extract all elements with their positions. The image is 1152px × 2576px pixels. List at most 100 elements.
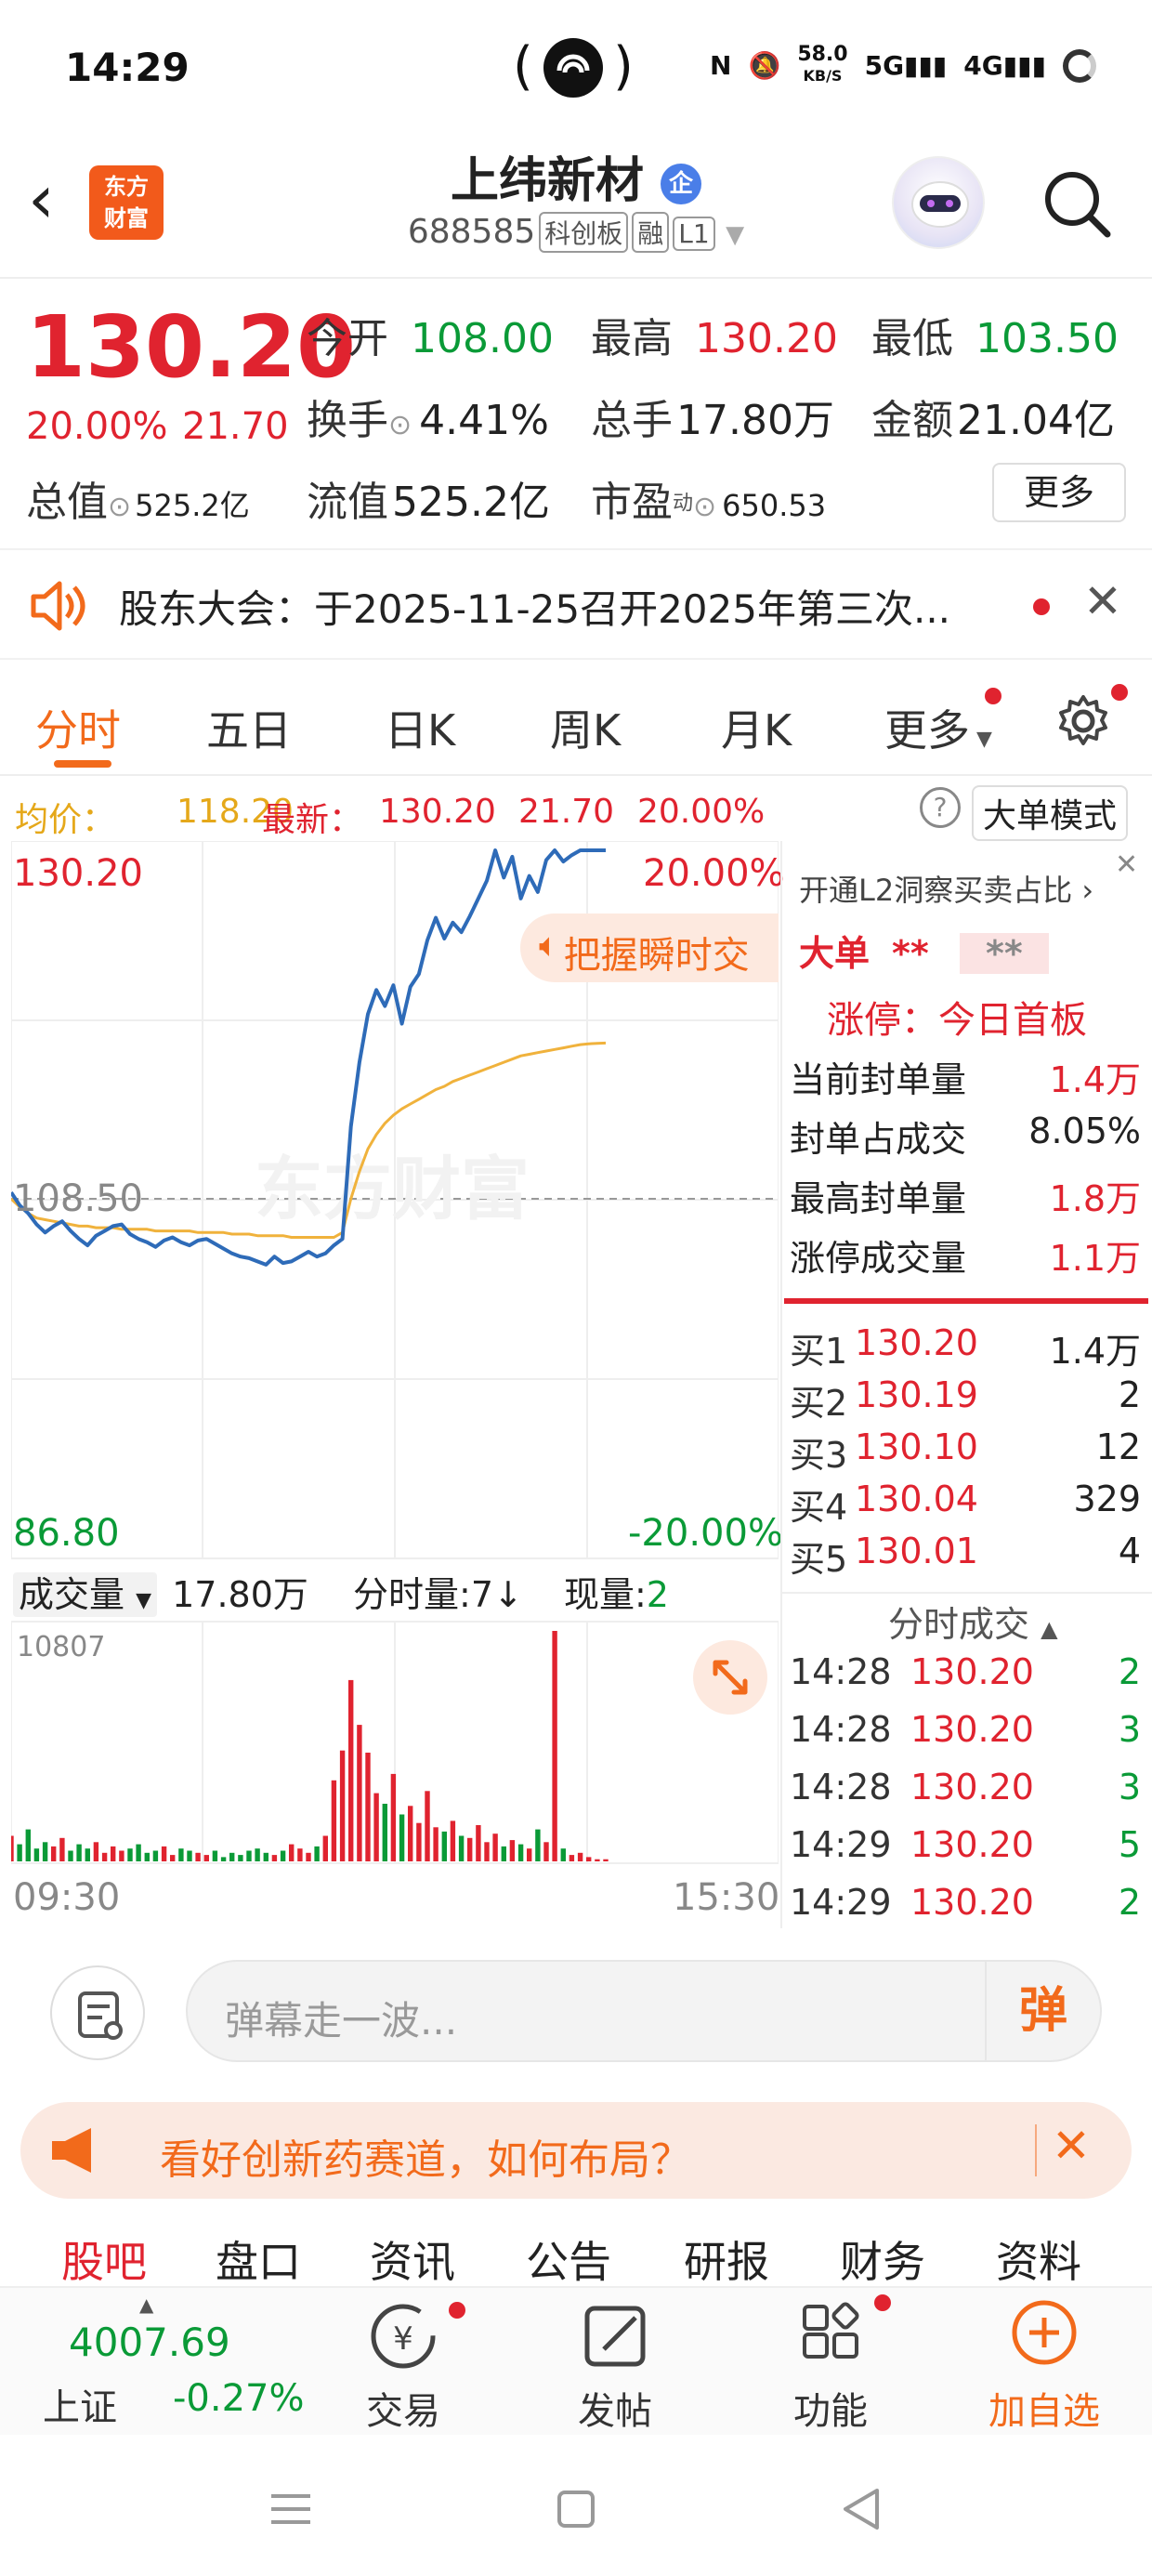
volume-bar xyxy=(8,1835,14,1861)
tab-news[interactable]: 资讯 xyxy=(370,2228,455,2286)
y-bottom-label: 86.80 xyxy=(13,1512,120,1555)
collapse-caret-icon[interactable]: ▲ xyxy=(139,2293,153,2316)
post-button[interactable]: 发帖 xyxy=(522,2288,708,2433)
tab-pankou[interactable]: 盘口 xyxy=(216,2228,301,2286)
close-icon[interactable]: ✕ xyxy=(1083,574,1122,628)
tick-price: 130.20 xyxy=(910,1767,1034,1807)
volume-bar xyxy=(322,1835,328,1861)
volume-bar xyxy=(119,1850,124,1861)
svg-text:¥: ¥ xyxy=(393,2320,413,2358)
tag-star-market: 科创板 xyxy=(539,212,629,253)
volume-bar xyxy=(373,1793,379,1861)
promo-banner[interactable]: 看好创新药赛道，如何布局？ ✕ xyxy=(20,2102,1132,2199)
more-quote-button[interactable]: 更多 xyxy=(992,463,1126,522)
bid-volume: 1.4万 xyxy=(1049,1331,1141,1372)
tab-profile[interactable]: 资料 xyxy=(996,2228,1081,2286)
chart-tabs: 分时 五日 日K 周K 月K 更多 ▼ xyxy=(0,660,1152,776)
big-order-mode-button[interactable]: 大单模式 xyxy=(972,785,1129,841)
info-icon[interactable]: ⊙ xyxy=(108,491,131,523)
volume-bar xyxy=(517,1844,524,1861)
volume-bar xyxy=(535,1829,541,1861)
speaker-icon xyxy=(28,578,85,637)
tick-time: 14:29 xyxy=(790,1824,892,1865)
menu-icon[interactable] xyxy=(269,2491,312,2531)
tab-five-day[interactable]: 五日 xyxy=(206,697,292,758)
tick-time: 14:28 xyxy=(790,1709,892,1750)
settings-gear-icon[interactable] xyxy=(1054,691,1113,755)
tab-daily-k[interactable]: 日K xyxy=(385,697,455,758)
volume-bar xyxy=(51,1846,57,1861)
danmu-input[interactable]: 弹幕走一波... 弹 xyxy=(186,1960,1102,2062)
index-value[interactable]: 4007.69 xyxy=(69,2320,230,2365)
tick-time: 14:28 xyxy=(790,1651,892,1692)
bid-volume: 2 xyxy=(1118,1374,1141,1415)
index-change[interactable]: -0.27% xyxy=(173,2377,305,2420)
tick-volume: 2 xyxy=(1118,1651,1141,1692)
volume-bar xyxy=(425,1791,430,1861)
volume-bar xyxy=(365,1753,371,1861)
signal-4g-icon: 4G▮▮▮ xyxy=(963,50,1046,81)
volume-selector[interactable]: 成交量 ▼ xyxy=(13,1572,158,1617)
l2-link[interactable]: 开通L2洞察买卖占比 › xyxy=(799,867,1093,910)
volume-plot xyxy=(8,1631,609,1861)
volume-bar xyxy=(306,1852,311,1861)
tag-level1: L1 xyxy=(673,217,715,251)
x-end-label: 15:30 xyxy=(673,1876,780,1919)
volume-bar xyxy=(509,1840,516,1861)
bid-label: 买4 xyxy=(790,1487,848,1528)
volume-bar xyxy=(467,1837,473,1861)
volume-bar xyxy=(382,1804,387,1861)
back-icon[interactable] xyxy=(840,2487,881,2535)
dropdown-triangle-icon: ▼ xyxy=(726,221,745,249)
info-icon[interactable]: ⊙ xyxy=(388,409,412,441)
close-panel-icon[interactable]: ✕ xyxy=(1115,848,1138,881)
volume-bar xyxy=(314,1846,320,1861)
index-name[interactable]: 上证 xyxy=(43,2377,117,2431)
tick-row: 14:28 130.20 3 xyxy=(790,1709,1141,1750)
bid-volume: 12 xyxy=(1095,1426,1141,1467)
notice-bar[interactable]: 股东大会：于2025-11-25召开2025年第三次... ✕ xyxy=(0,548,1152,660)
tab-finance[interactable]: 财务 xyxy=(840,2228,925,2286)
tab-guba[interactable]: 股吧 xyxy=(61,2228,147,2286)
tab-research[interactable]: 研报 xyxy=(684,2228,769,2286)
info-icon[interactable]: ⊙ xyxy=(693,491,716,523)
settings-dot xyxy=(1111,684,1128,701)
danmu-send-button[interactable]: 弹 xyxy=(985,1962,1100,2060)
float-cap-row: 流值525.2亿 xyxy=(307,479,550,526)
tick-row: 14:29 130.20 2 xyxy=(790,1882,1141,1923)
home-icon[interactable] xyxy=(557,2491,595,2528)
tab-monthly-k[interactable]: 月K xyxy=(721,697,792,758)
notice-text[interactable]: 股东大会：于2025-11-25召开2025年第三次... xyxy=(119,578,950,635)
stat-row: 当前封单量 1.4万 xyxy=(790,1059,1141,1100)
volume-bar xyxy=(433,1827,439,1861)
robot-assistant-avatar[interactable] xyxy=(892,156,985,249)
tab-announcement[interactable]: 公告 xyxy=(526,2228,611,2286)
low-row: 最低 103.50 xyxy=(871,315,1119,362)
functions-button[interactable]: 功能 xyxy=(738,2288,923,2433)
add-watchlist-button[interactable]: 加自选 xyxy=(951,2288,1137,2433)
limit-up-title: 涨停：今日首板 xyxy=(827,999,1087,1042)
help-icon[interactable]: ? xyxy=(920,787,961,828)
volume-bar xyxy=(187,1850,192,1861)
volume-bar xyxy=(577,1852,583,1861)
search-icon[interactable] xyxy=(1041,167,1111,238)
danmu-settings-icon[interactable] xyxy=(50,1965,145,2060)
intraday-chart[interactable]: 东方财富 130.20 20.00% 108.50 86.80 -20.00% … xyxy=(8,840,785,1928)
volume-bar xyxy=(255,1848,260,1861)
tick-price: 130.20 xyxy=(910,1709,1034,1750)
tick-row: 14:28 130.20 2 xyxy=(790,1651,1141,1692)
volume-bar xyxy=(238,1855,243,1861)
expand-icon[interactable] xyxy=(693,1640,767,1715)
tab-more[interactable]: 更多 ▼ xyxy=(884,697,992,758)
volume-bar xyxy=(152,1850,159,1861)
tab-weekly-k[interactable]: 周K xyxy=(550,697,621,758)
y-top-label: 130.20 xyxy=(13,852,143,895)
tab-intraday[interactable]: 分时 xyxy=(35,697,121,758)
promo-text: 看好创新药赛道，如何布局？ xyxy=(160,2136,691,2184)
ticks-title[interactable]: 分时成交 ▲ xyxy=(888,1596,1058,1647)
tick-price: 130.20 xyxy=(910,1882,1034,1923)
trade-button[interactable]: ¥ 交易 xyxy=(310,2288,496,2433)
close-icon[interactable]: ✕ xyxy=(1052,2119,1091,2173)
insight-popup[interactable]: 🔈︎ 把握瞬时交 xyxy=(520,913,779,982)
volume-bar xyxy=(552,1631,557,1861)
